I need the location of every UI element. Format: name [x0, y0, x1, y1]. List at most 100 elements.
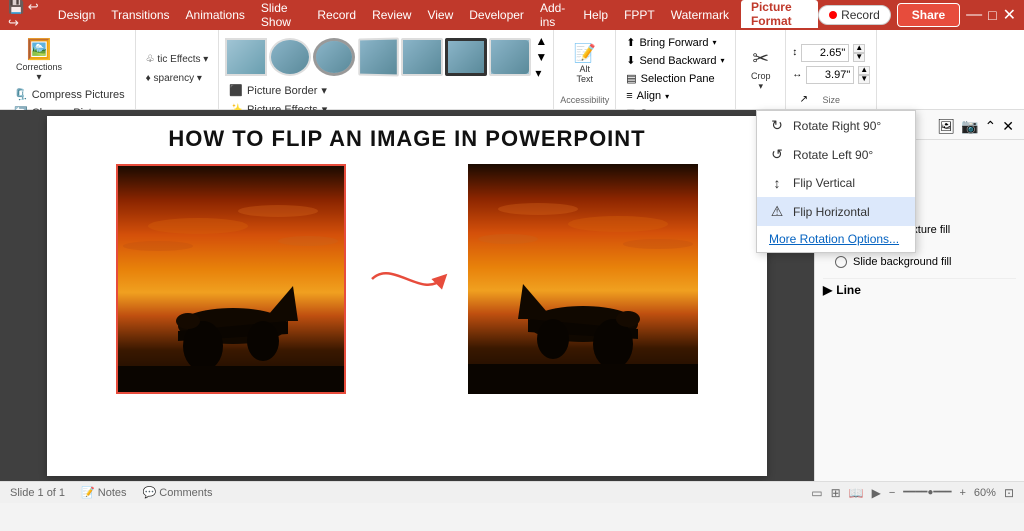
zoom-slider[interactable]: ━━━━●━━━ — [903, 487, 951, 498]
reading-view-icon[interactable]: 📖 — [849, 486, 864, 500]
more-rotation-options-link[interactable]: More Rotation Options... — [757, 226, 915, 252]
tab-review[interactable]: Review — [364, 0, 419, 30]
zoom-in-icon[interactable]: + — [959, 487, 965, 499]
style-thumb-6[interactable] — [445, 38, 487, 76]
adjust-buttons: 🖼️ Corrections ▾ — [10, 34, 129, 86]
slide-bg-fill-radio[interactable] — [835, 256, 847, 268]
style-thumb-3[interactable] — [313, 38, 355, 76]
transparency-button[interactable]: ♦ sparency ▾ — [142, 71, 213, 86]
maximize-icon[interactable]: □ — [988, 7, 996, 23]
share-button[interactable]: Share — [897, 3, 960, 27]
tab-animations[interactable]: Animations — [178, 0, 253, 30]
crop-section: ✂ Crop ▾ — [742, 34, 779, 103]
rotate-right-icon: ↻ — [769, 117, 785, 134]
bring-forward-button[interactable]: ⬆ Bring Forward ▾ — [622, 34, 729, 51]
corrections-dropdown-arrow: ▾ — [36, 72, 41, 83]
send-backward-button[interactable]: ⬇ Send Backward ▾ — [622, 52, 729, 69]
flip-horizontal-icon: ⚠ — [769, 203, 785, 220]
notes-button[interactable]: 📝 Notes — [81, 486, 127, 499]
view-controls: ▭ ⊞ 📖 ▶ − ━━━━●━━━ + 60% ⊡ — [811, 486, 1014, 500]
rotate-right-item[interactable]: ↻ Rotate Right 90° — [757, 111, 915, 140]
tab-list: Design Transitions Animations Slide Show… — [50, 0, 818, 30]
tab-slideshow[interactable]: Slide Show — [253, 0, 310, 30]
original-image-box[interactable] — [116, 164, 346, 394]
alt-text-button[interactable]: 📝 Alt Text — [567, 40, 603, 87]
panel-close-icon[interactable]: ✕ — [1002, 118, 1014, 135]
height-input[interactable] — [801, 44, 849, 62]
tab-watermark[interactable]: Watermark — [663, 0, 737, 30]
tab-record[interactable]: Record — [309, 0, 364, 30]
slide-show-icon[interactable]: ▶ — [872, 486, 881, 500]
crop-button[interactable]: ✂ Crop ▾ — [743, 43, 779, 95]
close-icon[interactable]: ✕ — [1003, 5, 1016, 25]
style-thumb-4[interactable] — [359, 37, 400, 76]
tab-developer[interactable]: Developer — [461, 0, 532, 30]
height-spin-down[interactable]: ▼ — [853, 53, 865, 62]
picture-styles-buttons: ▲ ▼ ▾ — [225, 34, 547, 80]
flip-vertical-icon: ↕ — [769, 175, 785, 191]
height-label: ↕ — [792, 47, 797, 58]
slide-area[interactable]: HOW TO FLIP AN IMAGE IN POWERPOINT — [0, 110, 814, 481]
size-dialog-launcher[interactable]: ↗ — [800, 94, 808, 105]
picture-border-button[interactable]: ⬛ Picture Border ▾ — [225, 82, 547, 99]
compress-pictures-button[interactable]: 🗜️ Compress Pictures — [10, 86, 129, 103]
fill-option-slide-bg[interactable]: Slide background fill — [835, 254, 1016, 270]
flip-vertical-item[interactable]: ↕ Flip Vertical — [757, 169, 915, 197]
zoom-level: 60% — [974, 487, 996, 499]
align-button[interactable]: ≡ Align ▾ — [622, 88, 729, 104]
flipped-plane-svg — [468, 164, 698, 394]
panel-photo-icon[interactable]: 📷 — [961, 118, 978, 135]
style-thumb-1[interactable] — [225, 38, 267, 76]
tab-fppt[interactable]: FPPT — [616, 0, 663, 30]
flipped-image-box[interactable] — [468, 164, 698, 394]
record-dot-icon — [829, 11, 837, 19]
zoom-out-icon[interactable]: − — [889, 487, 895, 499]
tab-help[interactable]: Help — [575, 0, 616, 30]
slide-info: Slide 1 of 1 — [10, 487, 65, 499]
width-spinners: ▲ ▼ — [858, 66, 870, 84]
flip-horizontal-item[interactable]: ⚠ Flip Horizontal — [757, 197, 915, 226]
corrections-icon: 🖼️ — [27, 37, 52, 62]
ribbon-group-effects-partial: ♧ tic Effects ▾ ♦ sparency ▾ — [136, 30, 220, 109]
style-scroll-down[interactable]: ▼ — [535, 50, 547, 64]
align-icon: ≡ — [626, 90, 632, 102]
tab-addins[interactable]: Add-ins — [532, 0, 575, 30]
tab-transitions[interactable]: Transitions — [103, 0, 177, 30]
slide-sorter-icon[interactable]: ⊞ — [831, 486, 841, 500]
style-thumb-2[interactable] — [269, 38, 311, 76]
record-button[interactable]: Record — [818, 5, 891, 25]
send-backward-icon: ⬇ — [626, 54, 635, 67]
panel-collapse-icon[interactable]: ⌃ — [985, 118, 997, 135]
style-thumb-7[interactable] — [489, 38, 531, 76]
compress-icon: 🗜️ — [14, 88, 28, 101]
picture-border-icon: ⬛ — [229, 84, 243, 97]
fit-to-window-icon[interactable]: ⊡ — [1004, 486, 1014, 500]
bring-forward-arrow: ▾ — [713, 38, 717, 47]
ribbon-group-arrange: ⬆ Bring Forward ▾ ⬇ Send Backward ▾ ▤ Se… — [616, 30, 736, 109]
bring-forward-icon: ⬆ — [626, 36, 635, 49]
line-section-header[interactable]: ▶ Line — [823, 278, 1016, 301]
ribbon-group-picture-styles: ▲ ▼ ▾ ⬛ Picture Border ▾ ✨ Picture Effec… — [219, 30, 554, 109]
normal-view-icon[interactable]: ▭ — [811, 486, 822, 500]
tab-view[interactable]: View — [419, 0, 461, 30]
width-spin-down[interactable]: ▼ — [858, 75, 870, 84]
slide-canvas: HOW TO FLIP AN IMAGE IN POWERPOINT — [47, 116, 767, 476]
tab-design[interactable]: Design — [50, 0, 103, 30]
tab-picture-format[interactable]: Picture Format — [741, 0, 818, 30]
send-backward-arrow: ▾ — [721, 56, 725, 65]
style-scroll-up[interactable]: ▲ — [535, 34, 547, 48]
artistic-effects-button[interactable]: ♧ tic Effects ▾ — [142, 52, 213, 67]
status-bar: Slide 1 of 1 📝 Notes 💬 Comments ▭ ⊞ 📖 ▶ … — [0, 481, 1024, 503]
comments-button[interactable]: 💬 Comments — [143, 486, 213, 499]
panel-image-icon[interactable]: 🖼 — [937, 118, 955, 135]
width-input[interactable] — [806, 66, 854, 84]
rotate-dropdown: ↻ Rotate Right 90° ↺ Rotate Left 90° ↕ F… — [756, 110, 916, 253]
ribbon: 🖼️ Corrections ▾ 🗜️ Compress Pictures 🔄 … — [0, 30, 1024, 110]
minimize-icon[interactable]: — — [966, 6, 982, 24]
style-more[interactable]: ▾ — [535, 66, 547, 80]
original-plane-svg — [118, 166, 346, 394]
style-thumb-5[interactable] — [401, 38, 443, 76]
rotate-left-item[interactable]: ↺ Rotate Left 90° — [757, 140, 915, 169]
selection-pane-button[interactable]: ▤ Selection Pane — [622, 70, 729, 87]
corrections-button[interactable]: 🖼️ Corrections ▾ — [10, 34, 68, 86]
